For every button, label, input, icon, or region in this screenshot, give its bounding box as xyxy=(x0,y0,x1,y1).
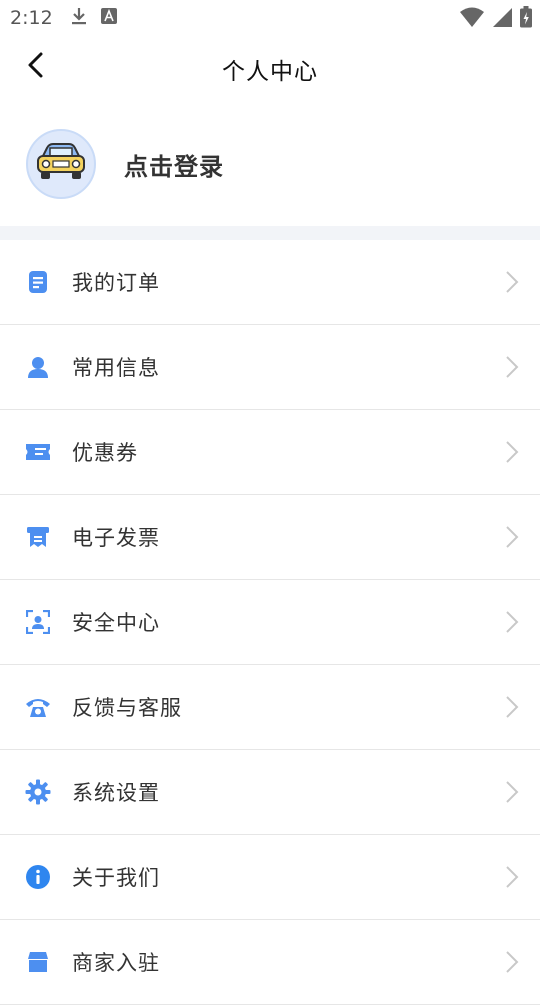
menu-item-invoice[interactable]: 电子发票 xyxy=(0,495,540,580)
status-right-icons xyxy=(460,6,532,32)
chevron-right-icon xyxy=(504,780,520,804)
menu-item-label: 系统设置 xyxy=(72,781,160,805)
chevron-right-icon xyxy=(504,270,520,294)
menu-item-common-info[interactable]: 常用信息 xyxy=(0,325,540,410)
chevron-right-icon xyxy=(504,610,520,634)
chevron-right-icon xyxy=(504,865,520,889)
menu-item-label: 安全中心 xyxy=(72,611,160,635)
gear-icon xyxy=(25,779,51,805)
a-badge-icon xyxy=(100,8,117,28)
store-icon xyxy=(25,949,51,975)
face-scan-icon xyxy=(25,609,51,635)
menu-item-settings[interactable]: 系统设置 xyxy=(0,750,540,835)
chevron-right-icon xyxy=(504,440,520,464)
phone-icon xyxy=(25,694,51,720)
menu-item-about[interactable]: 关于我们 xyxy=(0,835,540,920)
menu-item-security[interactable]: 安全中心 xyxy=(0,580,540,665)
menu-item-feedback[interactable]: 反馈与客服 xyxy=(0,665,540,750)
menu-item-orders[interactable]: 我的订单 xyxy=(0,240,540,325)
page-title: 个人中心 xyxy=(222,59,318,85)
order-icon xyxy=(25,269,51,295)
avatar[interactable] xyxy=(26,129,96,199)
menu-item-merchant[interactable]: 商家入驻 xyxy=(0,920,540,1005)
profile-section[interactable]: 点击登录 xyxy=(0,102,540,226)
menu-item-label: 商家入驻 xyxy=(72,951,160,975)
back-button[interactable] xyxy=(18,50,52,84)
menu-item-label: 常用信息 xyxy=(72,356,160,380)
user-icon xyxy=(25,354,51,380)
status-bar: 2:12 xyxy=(0,0,540,36)
chevron-left-icon xyxy=(26,51,44,83)
chevron-right-icon xyxy=(504,525,520,549)
menu-item-label: 反馈与客服 xyxy=(72,696,182,720)
signal-icon xyxy=(492,6,512,32)
section-divider xyxy=(0,226,540,240)
menu-item-label: 关于我们 xyxy=(72,866,160,890)
wifi-icon xyxy=(460,6,484,32)
menu-item-label: 电子发票 xyxy=(72,526,160,550)
menu-item-label: 我的订单 xyxy=(72,271,160,295)
coupon-icon xyxy=(25,439,51,465)
header: 个人中心 xyxy=(0,36,540,102)
chevron-right-icon xyxy=(504,950,520,974)
battery-icon xyxy=(520,6,532,32)
status-time: 2:12 xyxy=(10,7,53,29)
car-icon xyxy=(35,142,87,186)
chevron-right-icon xyxy=(504,695,520,719)
chevron-right-icon xyxy=(504,355,520,379)
info-icon xyxy=(25,864,51,890)
download-icon xyxy=(71,6,87,30)
menu-list: 我的订单 常用信息 优惠券 电子发票 安全中心 反馈与客服 系统设置 关于我们 … xyxy=(0,240,540,1005)
menu-item-label: 优惠券 xyxy=(72,441,138,465)
menu-item-coupons[interactable]: 优惠券 xyxy=(0,410,540,495)
login-label[interactable]: 点击登录 xyxy=(124,147,224,182)
invoice-icon xyxy=(25,524,51,550)
status-left-icons xyxy=(71,6,117,30)
